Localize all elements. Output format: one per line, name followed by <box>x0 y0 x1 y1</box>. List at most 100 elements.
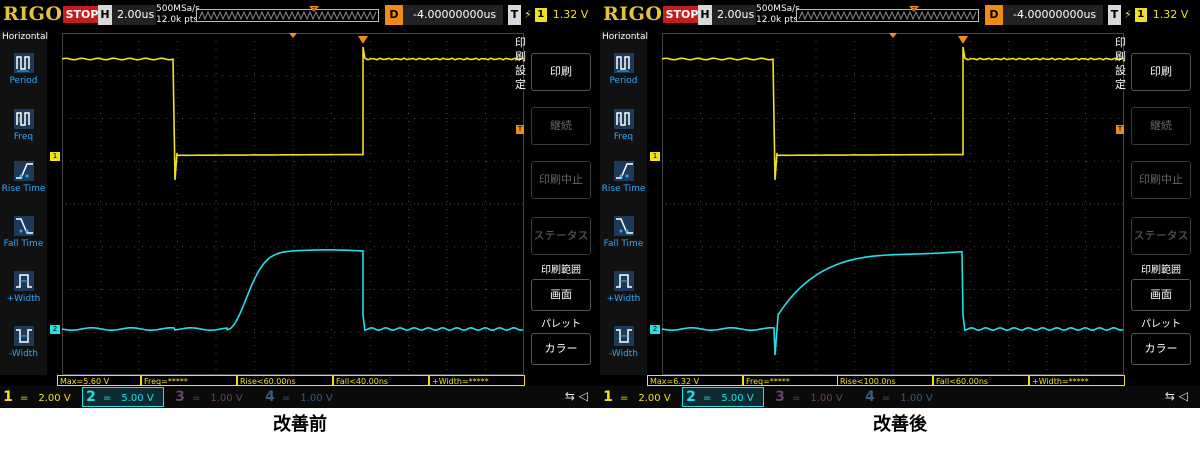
measure-freq[interactable]: 1 Freq <box>0 108 47 160</box>
measure-negative-width[interactable]: -Width <box>0 325 47 377</box>
measurement-max[interactable]: Max=5.60 V <box>57 375 141 386</box>
trigger-point-marker <box>358 36 368 44</box>
title-char: 印 <box>1115 36 1126 49</box>
rise-time-icon <box>613 161 634 181</box>
channel-2-setting[interactable]: 2 = 5.00 V <box>682 387 764 407</box>
status-button-label: ステータス <box>531 217 591 255</box>
frequency-icon: 1 <box>13 109 34 129</box>
coupling-icon: = <box>703 393 712 404</box>
measure-positive-width[interactable]: +Width <box>0 270 47 322</box>
timebase-readout[interactable]: H 2.00us <box>98 5 156 25</box>
continue-button-label: 継続 <box>1131 107 1191 145</box>
measure-negative-width[interactable]: -Width <box>600 325 647 377</box>
measurement-width[interactable]: +Width=***** <box>1029 375 1125 386</box>
print-button[interactable]: 印刷 <box>527 45 595 97</box>
channel-1-number: 1 <box>603 389 613 405</box>
timebase-readout[interactable]: H 2.00us <box>698 5 756 25</box>
measure-period[interactable]: Period <box>0 52 47 104</box>
measurement-rise[interactable]: Rise<60.00ns <box>237 375 333 386</box>
coupling-icon: = <box>192 393 201 404</box>
channel-3-setting[interactable]: 3 = 1.00 V <box>772 388 852 406</box>
sample-rate: 500MSa/s <box>156 4 200 14</box>
measure-fall-time[interactable]: Fall Time <box>0 215 47 267</box>
rise-time-icon <box>13 161 34 181</box>
continue-button[interactable]: 継続 <box>527 99 595 151</box>
period-icon <box>613 53 634 73</box>
waveform-display[interactable]: 1 2 T <box>650 33 1124 375</box>
svg-text:1: 1 <box>617 116 621 124</box>
channel-2-setting[interactable]: 2 = 5.00 V <box>82 387 164 407</box>
trigger-level-marker[interactable]: T <box>516 125 524 134</box>
status-button[interactable]: ステータス <box>1127 209 1195 261</box>
channel-1-setting[interactable]: 1 = 2.00 V <box>0 388 80 406</box>
delay-tag: D <box>985 5 1003 25</box>
measure-freq[interactable]: 1 Freq <box>600 108 647 160</box>
frequency-icon: 1 <box>613 109 634 129</box>
channel-4-scale: 1.00 V <box>300 393 333 404</box>
status-button[interactable]: ステータス <box>527 209 595 261</box>
channel-3-scale: 1.00 V <box>810 393 843 404</box>
measure-rise-time[interactable]: Rise Time <box>0 160 47 212</box>
measure-rise-time[interactable]: Rise Time <box>600 160 647 212</box>
measure-positive-width[interactable]: +Width <box>600 270 647 322</box>
run-stop-badge[interactable]: STOP <box>63 6 101 23</box>
trigger-readout[interactable]: T ⚡ 1 1.32 V <box>1108 5 1198 25</box>
waveform-canvas <box>662 33 1124 375</box>
channel-2-scale: 5.00 V <box>121 393 154 404</box>
measurement-width[interactable]: +Width=***** <box>429 375 525 386</box>
trigger-readout[interactable]: T ⚡ 1 1.32 V <box>508 5 598 25</box>
channel-3-setting[interactable]: 3 = 1.00 V <box>172 388 252 406</box>
trigger-tag: T <box>1108 5 1121 25</box>
grid <box>662 33 1124 375</box>
channel-1-setting[interactable]: 1 = 2.00 V <box>600 388 680 406</box>
timebase-value: 2.00us <box>717 8 755 21</box>
title-char: 設 <box>1115 64 1126 77</box>
run-stop-badge[interactable]: STOP <box>663 6 701 23</box>
palette-button[interactable]: パレット カラー <box>527 317 595 369</box>
abort-print-button[interactable]: 印刷中止 <box>1127 153 1195 205</box>
palette-value: カラー <box>1131 333 1191 365</box>
timebase-tag: H <box>98 5 112 25</box>
measurement-freq[interactable]: Freq=***** <box>743 375 839 386</box>
measurement-fall[interactable]: Fall<40.00ns <box>333 375 429 386</box>
delay-readout[interactable]: D -4.00000000us <box>385 5 503 25</box>
delay-readout[interactable]: D -4.00000000us <box>985 5 1103 25</box>
measurement-fall[interactable]: Fall<60.00ns <box>933 375 1029 386</box>
caption-before: 改善前 <box>273 414 327 435</box>
print-range-button[interactable]: 印刷範囲 画面 <box>527 263 595 315</box>
measure-category: Horizontal <box>2 32 48 42</box>
coupling-icon: = <box>20 393 29 404</box>
print-button[interactable]: 印刷 <box>1127 45 1195 97</box>
channel-4-setting[interactable]: 4 = 1.00 V <box>262 388 342 406</box>
channel-2-offset-marker[interactable]: 2 <box>50 325 60 334</box>
channel-4-setting[interactable]: 4 = 1.00 V <box>862 388 942 406</box>
palette-button[interactable]: パレット カラー <box>1127 317 1195 369</box>
timebase-tag: H <box>698 5 712 25</box>
measure-label: -Width <box>608 349 639 359</box>
continue-button[interactable]: 継続 <box>1127 99 1195 151</box>
channel-2-offset-marker[interactable]: 2 <box>650 325 660 334</box>
measure-period[interactable]: Period <box>600 52 647 104</box>
measurement-max[interactable]: Max=6.32 V <box>647 375 743 386</box>
measure-label: Period <box>609 76 638 86</box>
title-char: 刷 <box>515 50 526 63</box>
measure-label: Period <box>9 76 38 86</box>
waveform-display[interactable]: 1 2 T <box>50 33 524 375</box>
measure-fall-time[interactable]: Fall Time <box>600 215 647 267</box>
sample-rate-readout: 500MSa/s 12.0k pts <box>156 4 200 26</box>
caption-after: 改善後 <box>873 414 927 435</box>
channel-4-number: 4 <box>865 389 875 405</box>
channel-2-number: 2 <box>86 389 96 405</box>
trigger-level-marker[interactable]: T <box>1116 125 1124 134</box>
measurement-rise[interactable]: Rise<100.0ns <box>837 375 933 386</box>
measurement-freq[interactable]: Freq=***** <box>141 375 237 386</box>
channel-1-offset-marker[interactable]: 1 <box>50 152 60 161</box>
svg-text:1: 1 <box>17 116 21 124</box>
measure-menu: Horizontal Period 1 Freq Rise Time Fall … <box>600 30 648 377</box>
abort-print-button[interactable]: 印刷中止 <box>527 153 595 205</box>
trigger-level: 1.32 V <box>1152 8 1189 21</box>
trigger-point-marker <box>958 36 968 44</box>
abort-print-button-label: 印刷中止 <box>1131 161 1191 199</box>
channel-1-offset-marker[interactable]: 1 <box>650 152 660 161</box>
print-range-button[interactable]: 印刷範囲 画面 <box>1127 263 1195 315</box>
